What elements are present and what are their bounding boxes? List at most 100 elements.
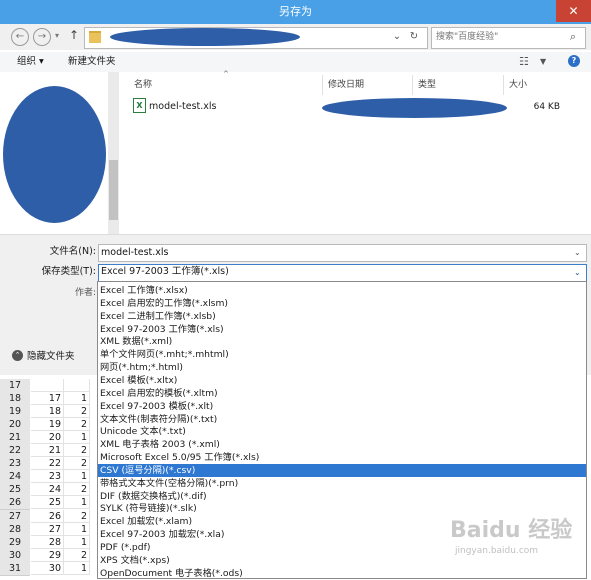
sheet-cell[interactable]: 19 xyxy=(31,418,64,432)
save-type-option[interactable]: Excel 启用宏的工作簿(*.xlsm) xyxy=(100,297,584,310)
save-type-dropdown-icon[interactable]: ⌄ xyxy=(574,265,581,281)
row-number[interactable]: 31 xyxy=(0,561,30,576)
row-number[interactable]: 27 xyxy=(0,509,30,524)
row-number[interactable]: 21 xyxy=(0,431,30,446)
sheet-cell[interactable]: 1 xyxy=(64,431,90,445)
row-number[interactable]: 28 xyxy=(0,522,30,537)
sheet-cell[interactable]: 24 xyxy=(31,483,64,497)
organize-button[interactable]: 组织 ▾ xyxy=(17,55,44,69)
row-number[interactable]: 19 xyxy=(0,405,30,420)
search-input[interactable] xyxy=(436,28,556,46)
save-type-option[interactable]: Excel 工作簿(*.xlsx) xyxy=(100,284,584,297)
column-header-size[interactable]: 大小 xyxy=(509,79,527,91)
sheet-cell[interactable]: 2 xyxy=(64,509,90,523)
save-type-value[interactable]: Excel 97-2003 工作簿(*.xls) xyxy=(101,264,229,280)
save-type-option[interactable]: 带格式文本文件(空格分隔)(*.prn) xyxy=(100,477,584,490)
forward-button[interactable]: → xyxy=(33,28,51,46)
row-number[interactable]: 24 xyxy=(0,470,30,485)
save-type-option[interactable]: XML 电子表格 2003 (*.xml) xyxy=(100,438,584,451)
watermark-url: jingyan.baidu.com xyxy=(455,546,539,556)
new-folder-button[interactable]: 新建文件夹 xyxy=(68,55,116,69)
row-number[interactable]: 22 xyxy=(0,444,30,459)
filename-dropdown-icon[interactable]: ⌄ xyxy=(574,245,581,261)
sheet-cell[interactable]: 2 xyxy=(64,483,90,497)
sheet-cell[interactable]: 21 xyxy=(31,444,64,458)
window-title: 另存为 xyxy=(279,5,312,18)
search-icon[interactable]: ⌕ xyxy=(565,29,581,45)
sheet-cell[interactable]: 23 xyxy=(31,470,64,484)
excel-file-icon-mark: X xyxy=(136,101,143,110)
filename-input[interactable] xyxy=(101,244,561,260)
save-type-option[interactable]: Excel 模板(*.xltx) xyxy=(100,374,584,387)
sheet-cell[interactable]: 2 xyxy=(64,548,90,562)
refresh-button[interactable]: ↻ xyxy=(406,28,422,46)
row-number[interactable]: 30 xyxy=(0,548,30,563)
save-type-option[interactable]: 网页(*.htm;*.html) xyxy=(100,361,584,374)
sheet-cell[interactable]: 1 xyxy=(64,496,90,510)
redaction-mark xyxy=(322,98,507,118)
save-type-option[interactable]: XML 数据(*.xml) xyxy=(100,335,584,348)
save-type-option[interactable]: Excel 97-2003 工作簿(*.xls) xyxy=(100,323,584,336)
column-header-date[interactable]: 修改日期 xyxy=(328,79,364,91)
sheet-cell[interactable]: 2 xyxy=(64,405,90,419)
sheet-cell[interactable]: 22 xyxy=(31,457,64,471)
history-dropdown-icon[interactable]: ▾ xyxy=(55,31,59,40)
row-number[interactable]: 20 xyxy=(0,418,30,433)
sheet-cell[interactable]: 25 xyxy=(31,496,64,510)
save-type-option[interactable]: CSV (逗号分隔)(*.csv) xyxy=(98,463,586,477)
file-name[interactable]: model-test.xls xyxy=(149,101,216,113)
sheet-cell[interactable]: 1 xyxy=(64,522,90,536)
sheet-cell[interactable]: 2 xyxy=(64,444,90,458)
sheet-cell[interactable]: 1 xyxy=(64,392,90,406)
column-divider[interactable] xyxy=(412,75,413,95)
redaction-mark xyxy=(110,28,300,46)
row-number[interactable]: 17 xyxy=(0,379,30,393)
column-divider[interactable] xyxy=(503,75,504,95)
sheet-cell[interactable]: 30 xyxy=(31,561,64,575)
row-number[interactable]: 26 xyxy=(0,496,30,511)
sheet-cell[interactable]: 2 xyxy=(64,457,90,471)
row-number[interactable]: 25 xyxy=(0,483,30,498)
sheet-cell[interactable]: 2 xyxy=(64,418,90,432)
column-header-type[interactable]: 类型 xyxy=(418,79,436,91)
save-type-option[interactable]: Excel 二进制工作簿(*.xlsb) xyxy=(100,310,584,323)
hide-folders-button[interactable]: 隐藏文件夹 xyxy=(27,350,75,364)
save-type-option[interactable]: OpenDocument 电子表格(*.ods) xyxy=(100,567,584,580)
save-type-option[interactable]: 单个文件网页(*.mht;*.mhtml) xyxy=(100,348,584,361)
folder-icon xyxy=(89,31,101,43)
sort-indicator-icon: ^ xyxy=(223,70,229,78)
sheet-cell[interactable]: 27 xyxy=(31,522,64,536)
save-type-option[interactable]: Microsoft Excel 5.0/95 工作簿(*.xls) xyxy=(100,451,584,464)
close-button[interactable]: ✕ xyxy=(556,0,591,22)
save-type-option[interactable]: DIF (数据交换格式)(*.dif) xyxy=(100,490,584,503)
row-number[interactable]: 29 xyxy=(0,535,30,550)
sheet-cell[interactable]: 1 xyxy=(64,561,90,575)
save-type-option[interactable]: Excel 启用宏的模板(*.xltm) xyxy=(100,387,584,400)
sheet-cell[interactable]: 18 xyxy=(31,405,64,419)
sheet-cell[interactable]: 29 xyxy=(31,548,64,562)
save-type-option[interactable]: 文本文件(制表符分隔)(*.txt) xyxy=(100,413,584,426)
sheet-cell[interactable]: 28 xyxy=(31,535,64,549)
nav-scrollbar-thumb[interactable] xyxy=(109,160,118,220)
up-button[interactable]: ↑ xyxy=(69,28,79,42)
sheet-cell[interactable] xyxy=(64,379,90,392)
save-type-option[interactable]: Excel 97-2003 模板(*.xlt) xyxy=(100,400,584,413)
sheet-cell[interactable]: 1 xyxy=(64,470,90,484)
column-header-name[interactable]: 名称 xyxy=(134,79,152,91)
sheet-cell[interactable]: 1 xyxy=(64,535,90,549)
view-dropdown-icon[interactable]: ▼ xyxy=(540,55,546,69)
path-dropdown-icon[interactable]: ⌄ xyxy=(390,28,404,46)
view-options-icon[interactable]: ☷ xyxy=(519,55,539,69)
sheet-cell[interactable] xyxy=(31,379,64,392)
sheet-cell[interactable]: 17 xyxy=(31,392,64,406)
save-type-label: 保存类型(T): xyxy=(41,266,96,277)
help-icon[interactable]: ? xyxy=(568,55,580,67)
row-number[interactable]: 23 xyxy=(0,457,30,472)
collapse-icon[interactable]: ⌃ xyxy=(12,350,23,361)
back-button[interactable]: ← xyxy=(11,28,29,46)
sheet-cell[interactable]: 20 xyxy=(31,431,64,445)
row-number[interactable]: 18 xyxy=(0,392,30,407)
column-divider[interactable] xyxy=(322,75,323,95)
save-type-option[interactable]: Unicode 文本(*.txt) xyxy=(100,425,584,438)
sheet-cell[interactable]: 26 xyxy=(31,509,64,523)
